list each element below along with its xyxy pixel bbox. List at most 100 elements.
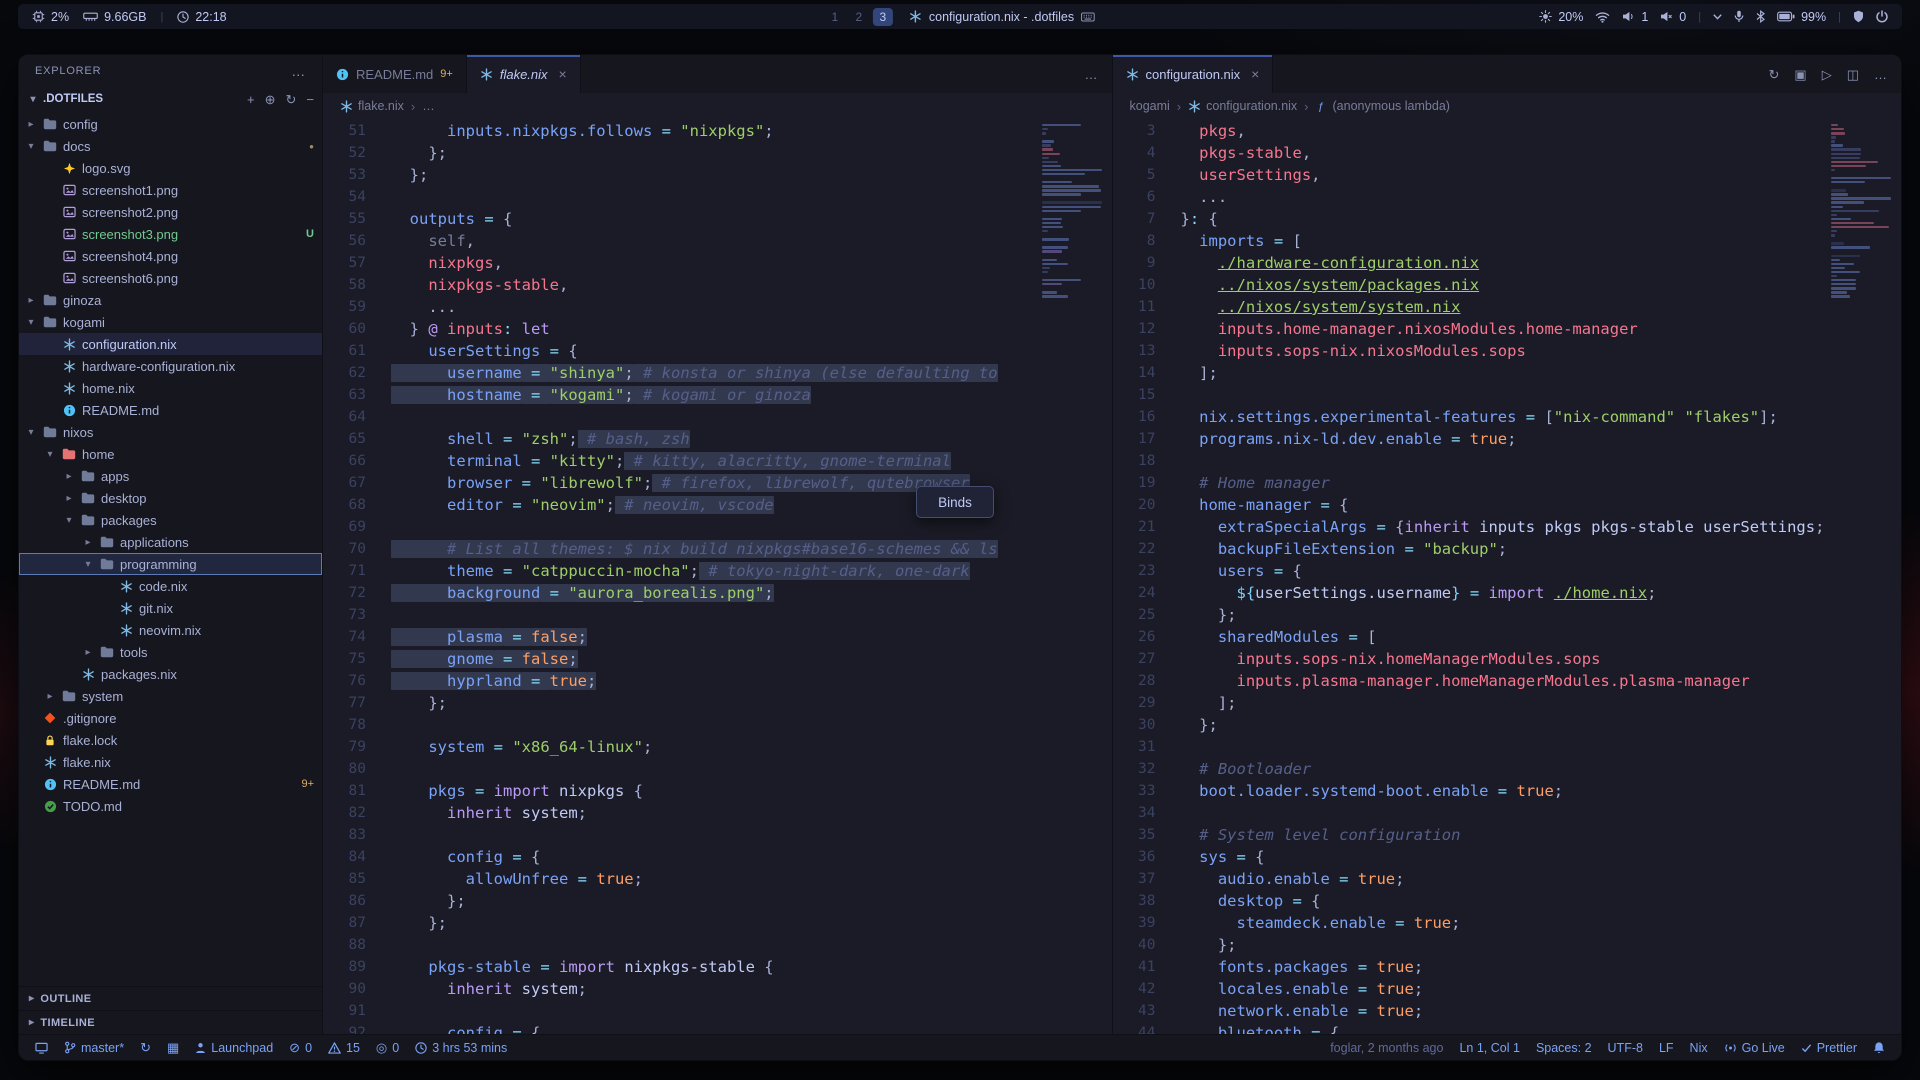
status-encoding[interactable]: UTF-8 [1600, 1035, 1651, 1060]
tree-item[interactable]: ▸applications [19, 531, 322, 553]
breadcrumb-item[interactable]: … [422, 99, 435, 113]
tree-item[interactable]: .gitignore [19, 707, 322, 729]
sync-icon[interactable]: ↻ [1769, 68, 1780, 81]
tree-item[interactable]: ▸desktop [19, 487, 322, 509]
tree-item[interactable]: hardware-configuration.nix [19, 355, 322, 377]
tree-item[interactable]: flake.nix [19, 751, 322, 773]
status-prettier[interactable]: Prettier [1793, 1035, 1865, 1060]
tree-item[interactable]: code.nix [19, 575, 322, 597]
line-text: userSettings, [1181, 164, 1826, 186]
status-language-mode[interactable]: Nix [1682, 1035, 1716, 1060]
tree-item[interactable]: TODO.md [19, 795, 322, 817]
status-git-blame[interactable]: foglar, 2 months ago [1322, 1035, 1451, 1060]
workspace-button[interactable]: 2 [849, 8, 869, 26]
status-editor-layout[interactable]: ▦ [159, 1035, 187, 1060]
tree-item[interactable]: ▾packages [19, 509, 322, 531]
topbar-module-volume[interactable]: 1 [1622, 10, 1648, 24]
tree-item[interactable]: flake.lock [19, 729, 322, 751]
tab-README.md[interactable]: README.md9+ [323, 55, 467, 93]
status-time-tracker[interactable]: 3 hrs 53 mins [407, 1035, 515, 1060]
tree-item[interactable]: screenshot1.png [19, 179, 322, 201]
topbar-module-brightness[interactable]: 20% [1539, 10, 1583, 24]
mute-icon [1660, 11, 1673, 22]
tree-item[interactable]: ▸ginoza [19, 289, 322, 311]
status-ports[interactable]: ◎0 [368, 1035, 407, 1060]
breadcrumb-item[interactable]: flake.nix [340, 99, 404, 113]
topbar-module-battery[interactable]: 99% [1777, 10, 1826, 24]
status-git-branch[interactable]: master* [56, 1035, 132, 1060]
breadcrumb-label: kogami [1130, 99, 1170, 113]
tree-item[interactable]: ▸apps [19, 465, 322, 487]
tree-item[interactable]: README.md9+ [19, 773, 322, 795]
tree-item[interactable]: screenshot3.pngU [19, 223, 322, 245]
status-cursor-position[interactable]: Ln 1, Col 1 [1451, 1035, 1527, 1060]
status-problems-warnings[interactable]: 15 [320, 1035, 368, 1060]
tree-item[interactable]: git.nix [19, 597, 322, 619]
code-line: 38 desktop = { [1113, 890, 1826, 912]
topbar-module-clock[interactable]: 22:18 [177, 10, 226, 24]
status-notifications[interactable] [1865, 1035, 1893, 1060]
sidebar-panel-timeline[interactable]: ▸TIMELINE [19, 1010, 322, 1034]
close-tab-icon[interactable]: × [1251, 66, 1259, 82]
breadcrumb-item[interactable]: ƒ(anonymous lambda) [1316, 99, 1450, 113]
new-file-icon[interactable]: + [247, 93, 255, 106]
close-tab-icon[interactable]: × [559, 66, 567, 82]
tree-item[interactable]: README.md [19, 399, 322, 421]
topbar-module-microphone[interactable] [1734, 10, 1744, 23]
code-editor[interactable]: 51 inputs.nixpkgs.follows = "nixpkgs";52… [323, 119, 1036, 1034]
breadcrumb-item[interactable]: kogami [1130, 99, 1170, 113]
tree-item[interactable]: configuration.nix [19, 333, 322, 355]
tree-item[interactable]: ▾programming [19, 553, 322, 575]
status-sync-changes[interactable]: ↻ [132, 1035, 159, 1060]
tab-configuration.nix[interactable]: configuration.nix× [1113, 55, 1274, 93]
workspace-button[interactable]: 3 [873, 8, 893, 26]
topbar-module-power[interactable] [1876, 10, 1888, 23]
run-icon[interactable]: ▷ [1822, 68, 1832, 81]
topbar-module-security[interactable] [1853, 10, 1864, 23]
sidebar-panel-outline[interactable]: ▸OUTLINE [19, 986, 322, 1010]
status-problems-errors[interactable]: ⊘0 [281, 1035, 320, 1060]
more-icon[interactable]: … [1085, 68, 1098, 81]
compare-icon[interactable]: ▣ [1794, 68, 1806, 81]
topbar-module-memory-usage[interactable]: 9.66GB [83, 10, 146, 24]
workspace-root-row[interactable]: ▾ .DOTFILES +⊕↻− [19, 87, 322, 111]
topbar-module-wifi[interactable] [1595, 11, 1610, 23]
code-editor[interactable]: 3 pkgs,4 pkgs-stable,5 userSettings,6 ..… [1113, 119, 1826, 1034]
tree-item[interactable]: ▾home [19, 443, 322, 465]
tree-item[interactable]: ▸system [19, 685, 322, 707]
topbar-module-cpu-usage[interactable]: 2% [32, 10, 69, 24]
tree-item[interactable]: ▾docs● [19, 135, 322, 157]
topbar-module-tray-expander[interactable] [1713, 14, 1722, 20]
line-text: bluetooth = { [1181, 1022, 1826, 1034]
status-go-live[interactable]: Go Live [1716, 1035, 1793, 1060]
breadcrumb-item[interactable]: configuration.nix [1188, 99, 1297, 113]
tree-item[interactable]: packages.nix [19, 663, 322, 685]
topbar-module-mic-level[interactable]: 0 [1660, 10, 1686, 24]
tree-item[interactable]: screenshot2.png [19, 201, 322, 223]
status-eol[interactable]: LF [1651, 1035, 1682, 1060]
status-remote-indicator[interactable] [27, 1035, 56, 1060]
tree-item[interactable]: screenshot4.png [19, 245, 322, 267]
tree-item[interactable]: ▸tools [19, 641, 322, 663]
tree-item[interactable]: ▸config [19, 113, 322, 135]
more-icon[interactable]: … [1874, 68, 1887, 81]
minimap-line [1831, 222, 1874, 224]
tree-item[interactable]: home.nix [19, 377, 322, 399]
new-folder-icon[interactable]: ⊕ [265, 93, 276, 106]
tree-item[interactable]: neovim.nix [19, 619, 322, 641]
tab-flake.nix[interactable]: flake.nix× [467, 55, 581, 93]
tree-item[interactable]: ▾kogami [19, 311, 322, 333]
topbar-module-bluetooth[interactable] [1756, 10, 1765, 23]
tree-item[interactable]: logo.svg [19, 157, 322, 179]
status-launchpad[interactable]: Launchpad [187, 1035, 281, 1060]
minimap[interactable] [1825, 119, 1901, 1034]
minimap[interactable] [1036, 119, 1112, 1034]
tree-item[interactable]: ▾nixos [19, 421, 322, 443]
status-indentation[interactable]: Spaces: 2 [1528, 1035, 1600, 1060]
refresh-explorer-icon[interactable]: ↻ [286, 93, 297, 106]
split-editor-icon[interactable]: ◫ [1847, 68, 1859, 81]
explorer-more-icon[interactable]: … [291, 63, 306, 79]
collapse-folders-icon[interactable]: − [306, 93, 314, 106]
tree-item[interactable]: screenshot6.png [19, 267, 322, 289]
workspace-button[interactable]: 1 [825, 8, 845, 26]
